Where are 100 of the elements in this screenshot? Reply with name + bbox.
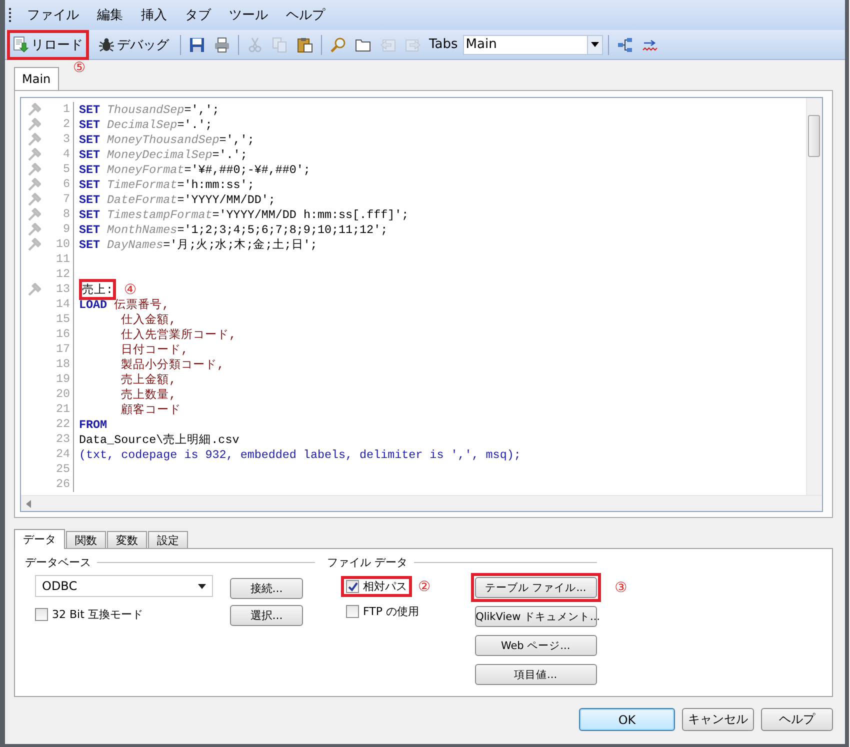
menu-item[interactable]: ヘルプ	[277, 6, 334, 24]
menu-item[interactable]: タブ	[176, 6, 220, 24]
horizontal-scrollbar[interactable]	[21, 495, 822, 511]
database-select[interactable]: ODBC	[35, 575, 213, 597]
line-number: 8	[47, 207, 74, 222]
code-token: 製品小分類コード,	[121, 357, 224, 372]
menu-item[interactable]: ファイル	[18, 6, 88, 24]
reload-button[interactable]: リロード	[10, 32, 86, 56]
script-tab[interactable]: Main	[14, 67, 59, 90]
line-number: 24	[47, 447, 74, 462]
code-token: 仕入先営業所コード,	[121, 327, 236, 342]
code-token: (txt, codepage is 932, embedded labels, delimiter is ',', msq);	[79, 448, 521, 462]
grip-icon	[9, 8, 12, 22]
panel-tab[interactable]: 変数	[107, 531, 147, 548]
code-token: MonthNames	[107, 222, 178, 236]
code-token: ='¥#,##0;-¥#,##0';	[184, 162, 310, 176]
menu-item[interactable]: ツール	[220, 6, 277, 24]
line-number: 15	[47, 312, 74, 327]
code-token: SET	[79, 148, 100, 162]
panel-tab[interactable]: データ	[14, 529, 65, 549]
tabs-label: Tabs	[429, 37, 458, 52]
line-number: 6	[47, 177, 74, 192]
line-number: 4	[47, 147, 74, 162]
line-number: 7	[47, 192, 74, 207]
menu-item[interactable]: 編集	[88, 6, 132, 24]
line-number: 16	[47, 327, 74, 342]
line-number: 26	[47, 477, 74, 492]
line-number: 20	[47, 387, 74, 402]
code-token: 伝票番号,	[114, 297, 170, 312]
line-number: 25	[47, 462, 74, 477]
database-button[interactable]: 接続...	[230, 578, 303, 599]
source-button[interactable]: QlikView ドキュメント...	[474, 606, 597, 627]
document-arrow-icon	[13, 36, 29, 53]
code-token: LOAD	[79, 298, 108, 312]
callout-number: ②	[418, 578, 431, 594]
check-icon	[348, 582, 358, 592]
code-token: SET	[79, 102, 100, 116]
group-legend: ファイル データ	[327, 555, 408, 570]
option-checkbox[interactable]: FTP の使用	[346, 604, 419, 619]
code-token: SET	[79, 118, 100, 132]
code-token: SET	[79, 238, 100, 252]
code-token: DecimalSep	[107, 118, 178, 132]
dialog-button[interactable]: ヘルプ	[761, 708, 833, 731]
code-token: FROM	[79, 418, 108, 432]
code-token: 売上:	[82, 282, 114, 297]
bug-icon	[98, 36, 115, 52]
line-number: 10	[47, 237, 74, 252]
code-token: MoneyFormat	[107, 162, 184, 176]
code-token: ='YYYY/MM/DD';	[177, 192, 276, 206]
line-number: 2	[47, 117, 74, 132]
line-number: 22	[47, 417, 74, 432]
code-token: SET	[79, 132, 100, 146]
scroll-left-icon	[26, 500, 32, 508]
source-button[interactable]: テーブル ファイル...	[474, 577, 597, 598]
dropdown-arrow-icon	[198, 584, 206, 588]
code-token: 売上数量,	[121, 387, 176, 402]
code-token: ='.';	[177, 118, 212, 132]
line-number: 14	[47, 297, 74, 312]
source-button[interactable]: 項目値...	[474, 664, 597, 685]
code-token: SET	[79, 178, 100, 192]
menu-item[interactable]: 挿入	[132, 6, 176, 24]
code-token: 売上金額,	[121, 372, 176, 387]
code-token: ='YYYY/MM/DD h:mm:ss[.fff]';	[212, 208, 409, 222]
dropdown-arrow-icon	[590, 42, 599, 47]
line-number: 13	[47, 282, 74, 297]
line-number: 17	[47, 342, 74, 357]
line-number: 1	[47, 102, 74, 117]
code-token: DateFormat	[107, 192, 178, 206]
panel-tab[interactable]: 設定	[148, 531, 188, 548]
tab-select[interactable]: Main	[462, 34, 603, 54]
code-token: SET	[79, 192, 100, 206]
code-token: 日付コード,	[121, 342, 188, 357]
code-token: DayNames	[107, 238, 164, 252]
line-number: 18	[47, 357, 74, 372]
database-button[interactable]: 選択...	[230, 605, 303, 626]
code-token: SET	[79, 208, 100, 222]
code-token: SET	[79, 162, 100, 176]
code-token: ='月;火;水;木;金;土;日';	[163, 237, 318, 252]
code-token: ='1;2;3;4;5;6;7;8;9;10;11;12';	[177, 222, 388, 236]
code-token: MoneyThousandSep	[107, 132, 220, 146]
source-button[interactable]: Web ページ...	[474, 635, 597, 656]
vertical-scrollbar[interactable]	[806, 98, 822, 495]
dialog-button[interactable]: OK	[579, 708, 675, 731]
option-checkbox[interactable]: 相対パス	[346, 579, 407, 594]
code-token: TimestampFormat	[107, 208, 212, 222]
code-token: Data_Source\売上明細.csv	[79, 432, 240, 447]
callout-number: ⑤	[73, 60, 86, 76]
debug-button[interactable]: デバッグ	[95, 32, 172, 56]
code-token: TimeFormat	[107, 178, 178, 192]
code-token: 顧客コード	[121, 402, 182, 417]
code-token: MoneyDecimalSep	[107, 148, 212, 162]
compat-checkbox[interactable]: 32 Bit 互換モード	[35, 607, 143, 622]
line-number: 9	[47, 222, 74, 237]
dialog-button[interactable]: キャンセル	[682, 708, 754, 731]
group-legend: データベース	[25, 555, 91, 570]
code-token: =',';	[184, 102, 220, 116]
callout-number: ③	[614, 580, 628, 596]
code-token: ='.';	[212, 148, 248, 162]
code-token: ThousandSep	[107, 102, 184, 116]
panel-tab[interactable]: 関数	[66, 531, 106, 548]
